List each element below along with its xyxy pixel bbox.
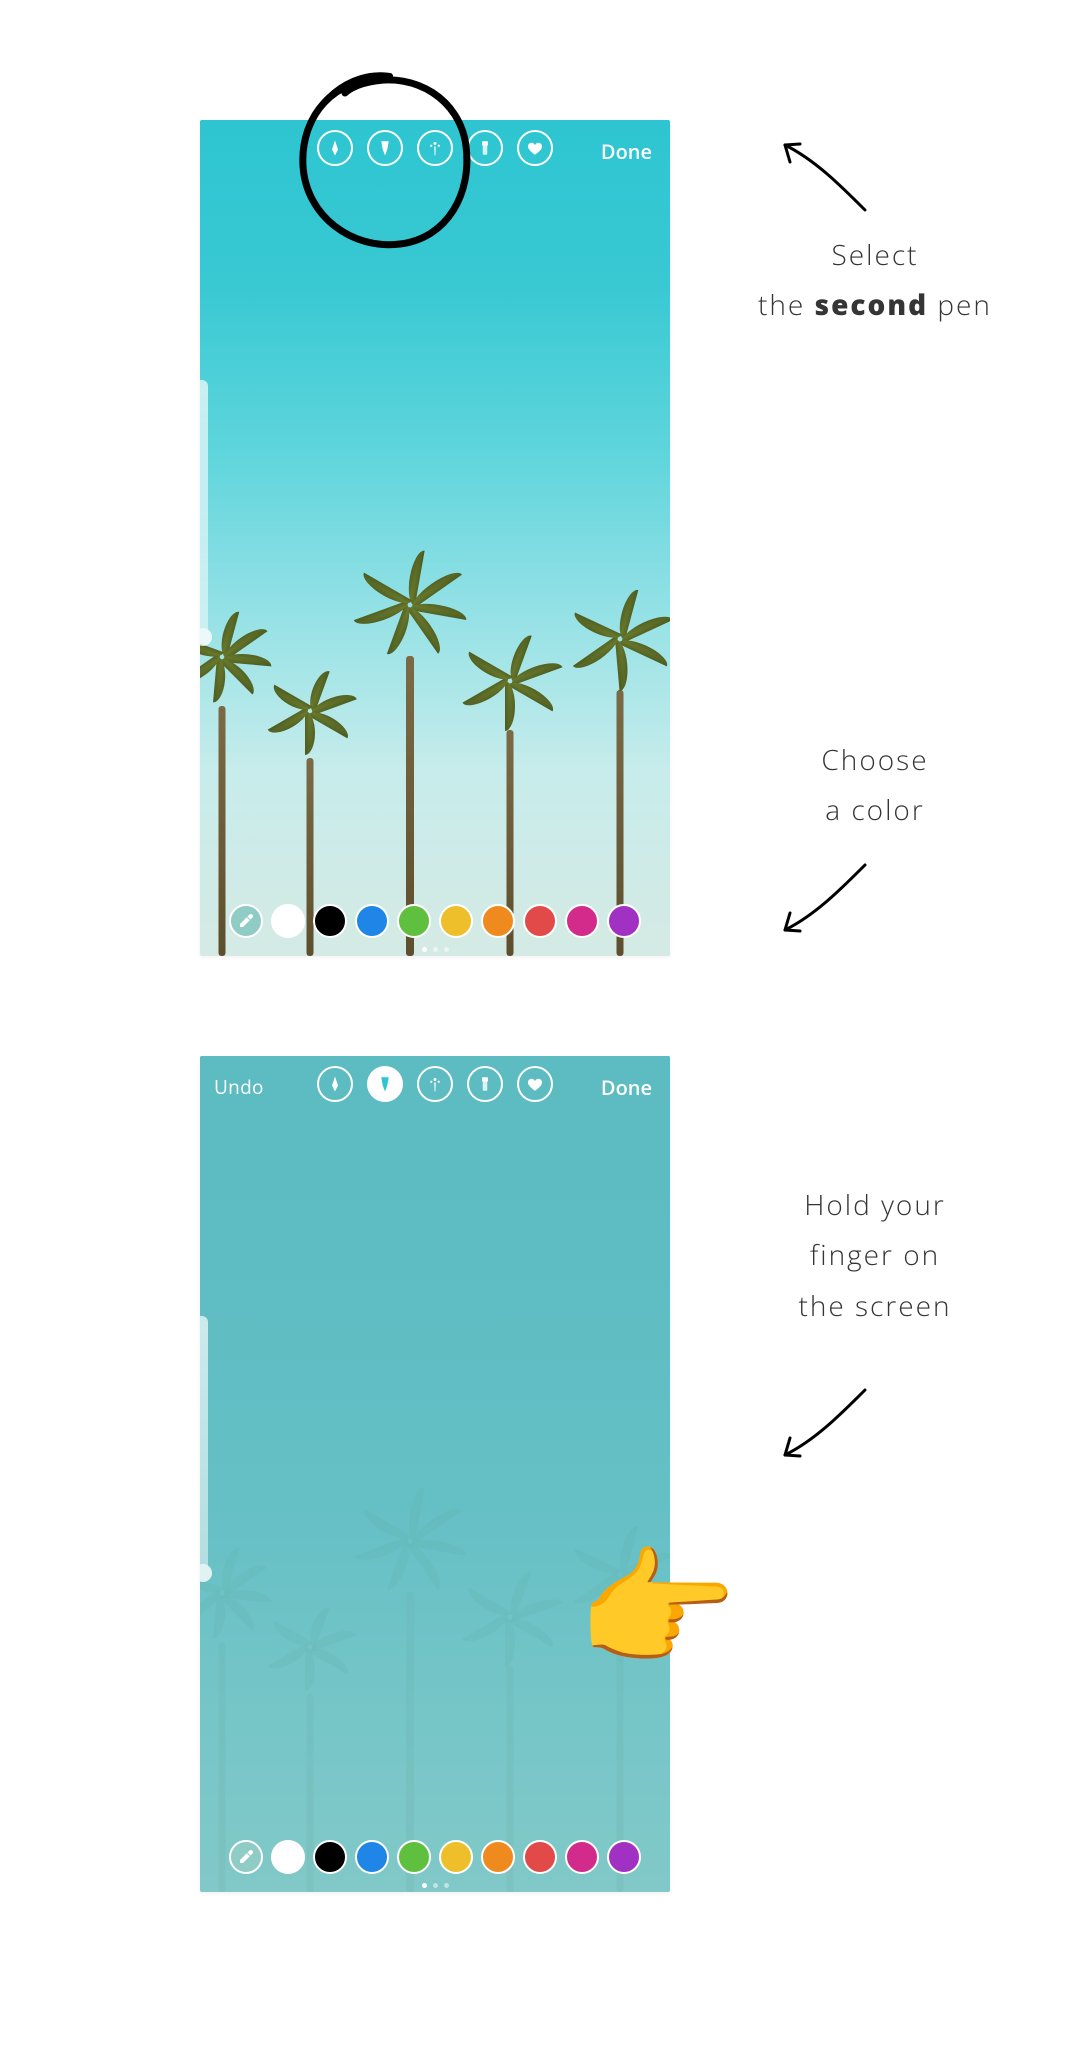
color-swatch-purple[interactable] [607,1840,641,1874]
color-swatch-eyedropper[interactable] [229,1840,263,1874]
annotation-arrow-1 [770,130,880,225]
pen-chisel-icon[interactable] [367,130,403,166]
color-swatch-yellow[interactable] [439,1840,473,1874]
color-swatch-orange[interactable] [481,1840,515,1874]
annotation-text-1: Select the second pen [735,230,1015,331]
color-swatch-blue[interactable] [355,1840,389,1874]
note1-strong: second [815,286,929,324]
note2-line1: Choose [821,741,928,779]
tutorial-canvas: Done Select the second pen Choose a colo… [0,0,1080,2053]
color-swatch-black[interactable] [313,1840,347,1874]
phone-screenshot-2: Undo Done [200,1056,670,1892]
color-swatch-yellow[interactable] [439,904,473,938]
color-swatch-black[interactable] [313,904,347,938]
brush-size-slider[interactable] [200,380,208,640]
note3-line1: Hold your [804,1186,946,1224]
color-swatch-red[interactable] [523,904,557,938]
color-swatch-purple[interactable] [607,904,641,938]
pen-sharp-icon[interactable] [317,130,353,166]
color-swatch-blue[interactable] [355,904,389,938]
brush-size-slider[interactable] [200,1316,208,1576]
done-button[interactable]: Done [601,1074,652,1101]
note3-line3: the screen [798,1287,951,1325]
eraser-icon[interactable] [467,1066,503,1102]
annotation-arrow-2 [770,855,880,950]
heart-pen-icon[interactable] [517,130,553,166]
drawing-toolbar: Undo Done [200,1056,670,1116]
color-swatch-orange[interactable] [481,904,515,938]
color-palette [200,904,670,938]
color-swatch-eyedropper[interactable] [229,904,263,938]
palette-pagination [200,947,670,952]
phone-screenshot-1: Done [200,120,670,956]
neon-pen-icon[interactable] [417,1066,453,1102]
note3-line2: finger on [810,1236,940,1274]
color-swatch-red[interactable] [523,1840,557,1874]
color-swatch-white[interactable] [271,904,305,938]
neon-pen-icon[interactable] [417,130,453,166]
annotation-text-2: Choose a color [735,735,1015,836]
eraser-icon[interactable] [467,130,503,166]
color-palette [200,1840,670,1874]
palette-pagination [200,1883,670,1888]
color-swatch-magenta[interactable] [565,1840,599,1874]
drawing-toolbar: Done [200,120,670,180]
color-swatch-green[interactable] [397,904,431,938]
palm-trees [200,576,670,956]
note1-line1: Select [831,236,918,274]
color-fill-overlay [200,1056,670,1892]
color-swatch-white[interactable] [271,1840,305,1874]
note1-line2-pre: the [758,286,815,324]
note2-line2: a color [825,791,924,829]
annotation-text-3: Hold your finger on the screen [735,1180,1015,1331]
pen-sharp-icon[interactable] [317,1066,353,1102]
annotation-arrow-3 [770,1380,880,1475]
color-swatch-magenta[interactable] [565,904,599,938]
color-swatch-green[interactable] [397,1840,431,1874]
done-button[interactable]: Done [601,138,652,165]
pen-chisel-icon[interactable] [367,1066,403,1102]
heart-pen-icon[interactable] [517,1066,553,1102]
note1-line2-post: pen [928,286,992,324]
